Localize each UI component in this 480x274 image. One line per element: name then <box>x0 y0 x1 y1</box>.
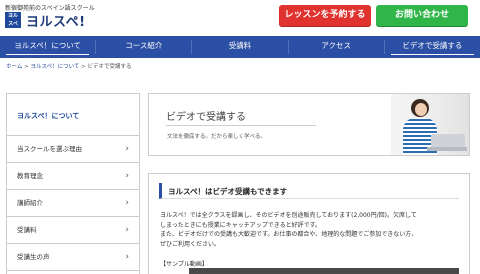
chevron-right-icon: › <box>125 171 129 181</box>
logo-mark-bottom: スペ <box>8 21 18 27</box>
sample-video-label: 【サンプル動画】 <box>160 261 208 268</box>
nav-active-underline <box>6 53 90 55</box>
nav-item-access[interactable]: アクセス <box>289 36 384 58</box>
nav-item-fees[interactable]: 受講料 <box>192 36 287 58</box>
nav-item-label: 受講料 <box>228 41 252 50</box>
sidebar-item-label: 受講生の声 <box>17 253 50 261</box>
chevron-right-icon: › <box>125 198 129 208</box>
page-subtitle: 文法を徹底する。だから楽しく学べる。 <box>167 134 267 140</box>
sample-video-player[interactable] <box>189 268 459 274</box>
nav-item-label: アクセス <box>321 41 352 50</box>
section-title: ヨルスペ！はビデオ受講もできます <box>168 187 288 196</box>
laptop-icon <box>431 134 465 148</box>
site-header: 新宿御苑前のスペイン語スクール ヨル スペ ヨルスペ! レッスンを予約する お問… <box>0 0 480 36</box>
breadcrumb-parent-link[interactable]: ヨルスペ！について <box>30 64 79 70</box>
paragraph-line: ヨルスペ！では全クラスを録画し、そのビデオを別途販売しております(2,000円/… <box>160 212 417 219</box>
chevron-right-icon: › <box>125 225 129 235</box>
hero-divider <box>166 125 316 126</box>
laptop-base <box>427 147 467 151</box>
breadcrumb-separator: > <box>24 64 29 70</box>
page-hero: ビデオで受講する 文法を徹底する。だから楽しく学べる。 <box>148 93 470 156</box>
sidebar-item-philosophy[interactable]: 教育理念 › <box>7 163 139 190</box>
sidebar: ヨルスペ！について 当スクールを選ぶ理由 › 教育理念 › 講師紹介 › 受講料… <box>6 93 140 274</box>
person-face <box>415 103 427 116</box>
page-title: ビデオで受講する <box>166 112 246 123</box>
nav-item-courses[interactable]: コース紹介 <box>96 36 191 58</box>
sidebar-item-fees[interactable]: 受講料 › <box>7 217 139 244</box>
reserve-lesson-button[interactable]: レッスンを予約する <box>279 5 371 26</box>
hero-photo <box>391 94 469 155</box>
logo-text[interactable]: ヨルスペ! <box>26 11 86 30</box>
chevron-right-icon: › <box>125 252 129 262</box>
logo-mark[interactable]: ヨル スペ <box>5 12 21 28</box>
paragraph-line: また、ビデオだけでの受講も大歓迎です。お仕事の都合や、地理的な問題でご参加できな… <box>160 231 418 238</box>
sidebar-heading: ヨルスペ！について <box>7 94 139 136</box>
sidebar-item-label: 講師紹介 <box>17 199 43 207</box>
paragraph-line: しまったときにも授業にキャッチアップできると好評です。 <box>160 221 322 229</box>
sidebar-item-testimonials[interactable]: 受講生の声 › <box>7 244 139 271</box>
logo-mark-top: ヨル <box>7 13 18 19</box>
sidebar-item-reasons[interactable]: 当スクールを選ぶ理由 › <box>7 136 139 163</box>
sidebar-item-label: 教育理念 <box>17 172 43 180</box>
breadcrumb-home-link[interactable]: ホーム <box>6 64 22 70</box>
sidebar-item-teachers[interactable]: 講師紹介 › <box>7 190 139 217</box>
section-paragraph: ヨルスペ！では全クラスを録画し、そのビデオを別途販売しております(2,000円/… <box>160 211 462 249</box>
paragraph-line: ぜひご利用ください。 <box>160 240 221 248</box>
nav-item-label: コース紹介 <box>125 41 163 50</box>
sidebar-item-label: 当スクールを選ぶ理由 <box>17 145 82 153</box>
section-heading-box: ヨルスペ！はビデオ受講もできます <box>159 183 459 199</box>
nav-item-about[interactable]: ヨルスペ！について <box>0 36 95 58</box>
main-nav: ヨルスペ！について コース紹介 受講料 アクセス ビデオで受講する <box>0 36 480 58</box>
breadcrumb: ホーム > ヨルスペ！について > ビデオで受講する <box>6 62 132 70</box>
contact-button[interactable]: お問い合わせ <box>376 5 468 26</box>
nav-active-underline <box>390 53 475 55</box>
content-section: ヨルスペ！はビデオ受講もできます ヨルスペ！では全クラスを録画し、そのビデオを別… <box>148 173 470 274</box>
breadcrumb-current: ビデオで受講する <box>87 64 132 70</box>
sidebar-item-label: 受講料 <box>17 226 37 234</box>
chevron-right-icon: › <box>125 144 129 154</box>
nav-item-label: ヨルスペ！について <box>14 41 81 50</box>
nav-item-video[interactable]: ビデオで受講する <box>385 36 480 58</box>
nav-item-label: ビデオで受講する <box>402 41 463 50</box>
breadcrumb-separator: > <box>81 64 86 70</box>
